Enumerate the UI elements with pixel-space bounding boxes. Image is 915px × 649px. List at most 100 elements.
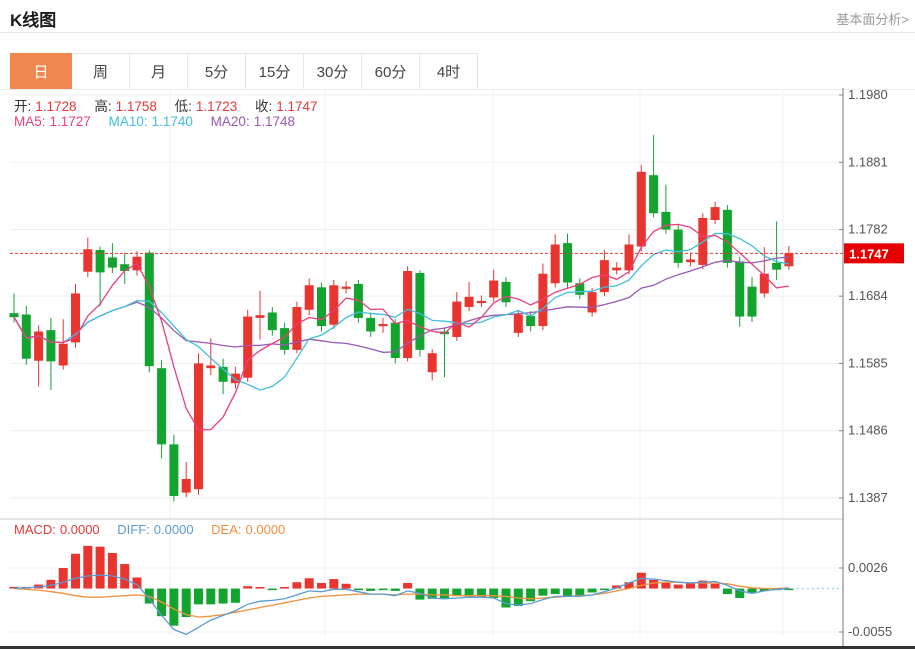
- ma5-value: 1.1727: [50, 114, 91, 129]
- dea-label: DEA:: [211, 522, 241, 537]
- candle-body: [366, 318, 375, 332]
- candle-body: [723, 210, 732, 263]
- macd-y-axis-label: -0.0055: [848, 624, 892, 639]
- macd-bar: [317, 583, 326, 589]
- macd-bar: [661, 583, 670, 589]
- macd-bar: [71, 554, 80, 589]
- candle-body: [206, 365, 215, 368]
- macd-bar: [600, 589, 609, 591]
- macd-bar: [551, 589, 560, 595]
- macd-bar: [83, 546, 92, 589]
- candle-body: [748, 287, 757, 317]
- candle-body: [46, 330, 55, 361]
- diff-label: DIFF:: [117, 522, 150, 537]
- macd-y-axis-label: 0.0026: [848, 560, 888, 575]
- open-label: 开:: [14, 99, 31, 114]
- macd-bar: [686, 583, 695, 589]
- macd-value: 0.0000: [60, 522, 100, 537]
- tab-week[interactable]: 周: [72, 53, 130, 90]
- fundamental-analysis-link[interactable]: 基本面分析>: [836, 9, 909, 28]
- ma5-line: [14, 224, 789, 429]
- page-title: K线图: [10, 6, 56, 31]
- ma20-value: 1.1748: [254, 114, 295, 129]
- macd-bar: [452, 589, 461, 596]
- macd-bar: [268, 589, 277, 591]
- candle-body: [108, 257, 117, 267]
- candle-body: [194, 363, 203, 489]
- ma5-label: MA5:: [14, 114, 46, 129]
- y-axis-label: 1.1486: [848, 423, 888, 438]
- macd-label: MACD:: [14, 522, 56, 537]
- candle-body: [329, 285, 338, 324]
- candle-body: [379, 324, 388, 326]
- macd-bar: [243, 586, 252, 588]
- macd-bar: [403, 583, 412, 589]
- low-value: 1.1723: [196, 99, 237, 114]
- tab-m60[interactable]: 60分: [362, 53, 420, 90]
- tab-month[interactable]: 月: [130, 53, 188, 90]
- macd-legend: MACD: 0.0000 DIFF: 0.0000 DEA: 0.0000: [14, 522, 289, 537]
- candle-body: [489, 281, 498, 298]
- dea-line: [14, 582, 789, 617]
- tab-day[interactable]: 日: [10, 53, 72, 90]
- candle-body: [465, 297, 474, 307]
- candle-body: [514, 315, 523, 333]
- low-label: 低:: [175, 99, 192, 114]
- dea-value: 0.0000: [246, 522, 286, 537]
- candle-body: [735, 262, 744, 317]
- macd-bar: [489, 589, 498, 598]
- candle-body: [760, 274, 769, 294]
- ma20-line: [14, 257, 789, 352]
- candle-body: [305, 285, 314, 309]
- ohlc-legend: 开: 1.1728 高: 1.1758 低: 1.1723 收: 1.1747: [14, 95, 322, 115]
- open-value: 1.1728: [35, 99, 76, 114]
- candle-body: [59, 344, 68, 366]
- candle-body: [637, 172, 646, 247]
- tab-h4[interactable]: 4时: [420, 53, 478, 90]
- macd-bar: [711, 584, 720, 589]
- current-price-text: 1.1747: [849, 246, 889, 261]
- ma10-label: MA10:: [109, 114, 148, 129]
- macd-bar: [502, 589, 511, 608]
- ma10-line: [14, 233, 789, 390]
- close-label: 收:: [255, 99, 272, 114]
- macd-bar: [292, 582, 301, 588]
- chart-area: 1.19801.18811.17821.16841.15851.14861.13…: [0, 88, 915, 649]
- macd-bar: [575, 589, 584, 596]
- macd-bar: [391, 589, 400, 591]
- candle-body: [22, 315, 31, 359]
- diff-value: 0.0000: [154, 522, 194, 537]
- macd-bar: [59, 568, 68, 589]
- macd-bar: [723, 589, 732, 595]
- candle-body: [502, 282, 511, 302]
- high-value: 1.1758: [116, 99, 157, 114]
- macd-bar: [366, 589, 375, 591]
- ma20-label: MA20:: [211, 114, 250, 129]
- candle-body: [428, 353, 437, 372]
- macd-bar: [280, 587, 289, 589]
- tab-m5[interactable]: 5分: [188, 53, 246, 90]
- tab-m15[interactable]: 15分: [246, 53, 304, 90]
- tab-m30[interactable]: 30分: [304, 53, 362, 90]
- candle-body: [526, 316, 535, 326]
- candle-body: [256, 315, 265, 318]
- candle-body: [612, 268, 621, 271]
- y-axis-label: 1.1585: [848, 355, 888, 370]
- candle-body: [452, 302, 461, 337]
- macd-bar: [538, 589, 547, 596]
- candle-body: [342, 287, 351, 289]
- macd-bar: [108, 553, 117, 589]
- y-axis-label: 1.1782: [848, 222, 888, 237]
- candle-body: [391, 323, 400, 358]
- macd-bar: [219, 589, 228, 604]
- macd-bar: [256, 587, 265, 589]
- candlestick-chart-svg[interactable]: 1.19801.18811.17821.16841.15851.14861.13…: [0, 88, 915, 649]
- close-value: 1.1747: [276, 99, 317, 114]
- candle-body: [588, 292, 597, 312]
- candle-body: [157, 368, 166, 444]
- high-label: 高:: [94, 99, 111, 114]
- macd-bar: [354, 589, 363, 591]
- macd-bar: [120, 564, 129, 588]
- macd-bar: [674, 585, 683, 589]
- macd-bar: [329, 579, 338, 588]
